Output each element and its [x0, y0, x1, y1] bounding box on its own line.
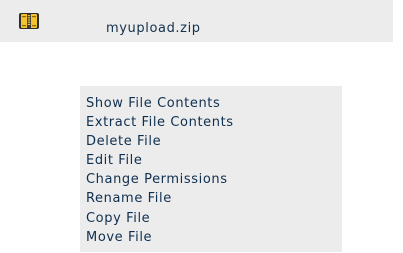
file-actions-menu: Show File Contents Extract File Contents…: [80, 86, 342, 252]
show-file-contents-link[interactable]: Show File Contents: [86, 94, 234, 113]
file-header: myupload.zip: [0, 0, 393, 42]
zip-archive-icon: [18, 11, 40, 31]
delete-file-link[interactable]: Delete File: [86, 132, 234, 151]
move-file-link[interactable]: Move File: [86, 228, 234, 247]
change-permissions-link[interactable]: Change Permissions: [86, 170, 234, 189]
file-name: myupload.zip: [106, 21, 201, 36]
copy-file-link[interactable]: Copy File: [86, 209, 234, 228]
extract-file-contents-link[interactable]: Extract File Contents: [86, 113, 234, 132]
rename-file-link[interactable]: Rename File: [86, 189, 234, 208]
edit-file-link[interactable]: Edit File: [86, 151, 234, 170]
action-list: Show File Contents Extract File Contents…: [86, 94, 234, 247]
